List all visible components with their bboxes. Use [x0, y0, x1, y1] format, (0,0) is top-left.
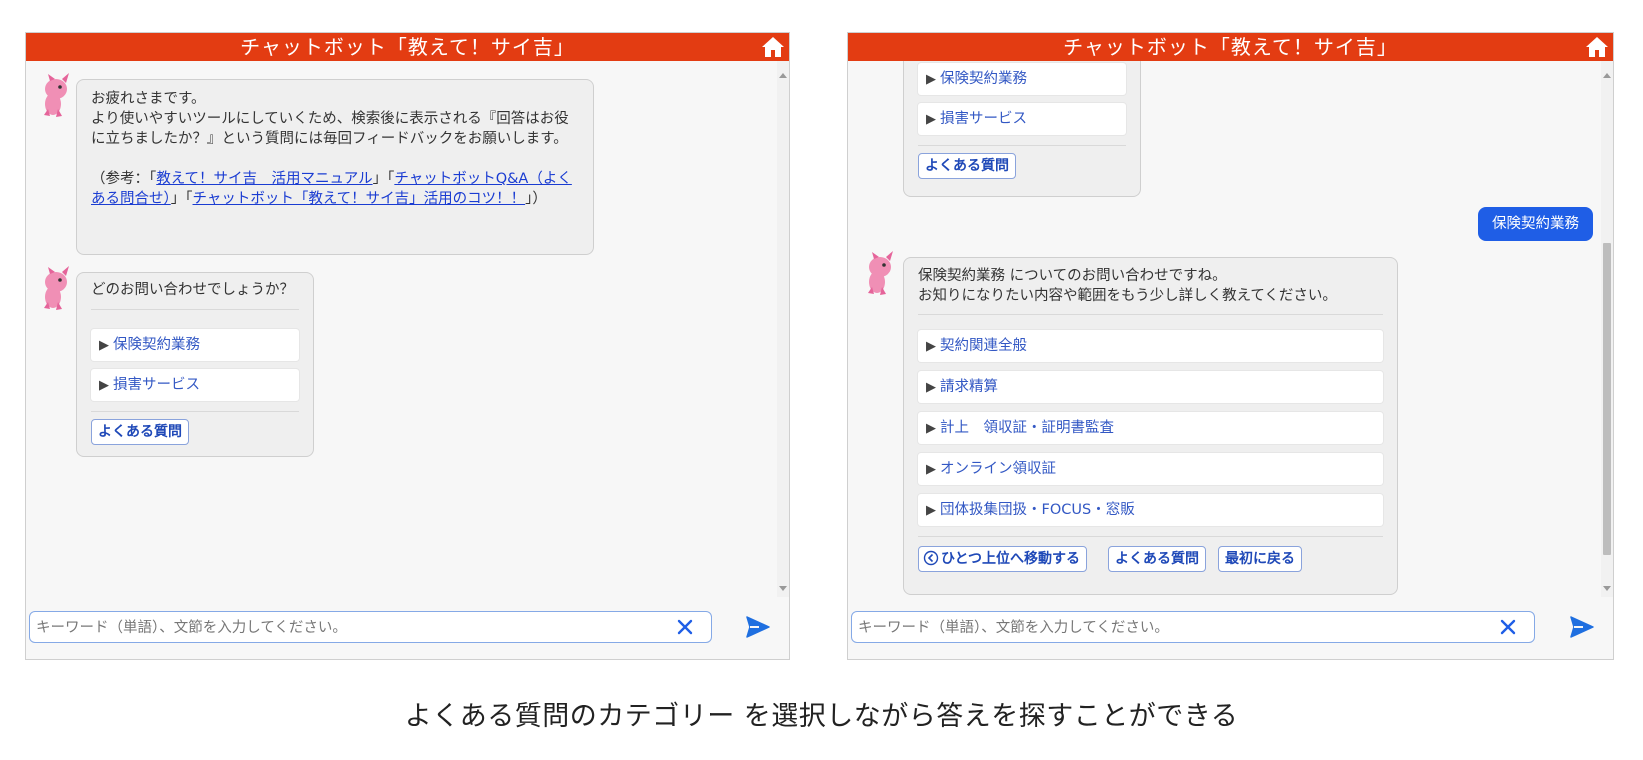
option-label: 保険契約業務: [940, 71, 1027, 87]
option-hoken-keiyaku[interactable]: ▶ 保険契約業務: [918, 63, 1126, 95]
manual-link[interactable]: 教えて！サイ吉 活用マニュアル: [156, 171, 372, 187]
chat-title: チャットボット「教えて！サイ吉」: [240, 35, 575, 59]
user-message-bubble: 保険契約業務: [1478, 207, 1593, 241]
option-label: 計上 領収証・証明書監査: [940, 420, 1114, 436]
triangle-icon: ▶: [926, 503, 936, 518]
clear-icon[interactable]: [1498, 617, 1518, 637]
triangle-icon: ▶: [926, 72, 936, 87]
question-bubble: どのお問い合わせでしょうか？ ▶ 保険契約業務 ▶ 損害サービス よくある質問: [76, 272, 314, 457]
divider: [918, 314, 1383, 315]
chat-window-left: チャットボット「教えて！サイ吉」 お疲れさまです。 より使いやすいツールにしてい…: [25, 32, 790, 660]
chat-window-right: チャットボット「教えて！サイ吉」 ▶ 保険契約業務 ▶ 損害サービス よくある質問 …: [847, 32, 1614, 660]
scroll-up-icon[interactable]: [779, 73, 787, 78]
option-label: 請求精算: [940, 379, 998, 395]
triangle-icon: ▶: [99, 338, 109, 353]
option-songai-service[interactable]: ▶ 損害サービス: [918, 103, 1126, 135]
chat-log: ▶ 保険契約業務 ▶ 損害サービス よくある質問 保険契約業務 保険契約業務 につい…: [848, 61, 1601, 597]
chat-log: お疲れさまです。 より使いやすいツールにしていくため、検索後に表示される『回答は…: [26, 61, 777, 597]
question-text: どのお問い合わせでしょうか？: [91, 282, 294, 298]
scroll-down-icon[interactable]: [779, 586, 787, 591]
chat-title: チャットボット「教えて！サイ吉」: [1063, 35, 1398, 59]
back-to-start-button[interactable]: 最初に戻る: [1218, 546, 1302, 572]
option-seikyu-seisan[interactable]: ▶ 請求精算: [918, 371, 1383, 403]
send-icon[interactable]: [745, 615, 771, 639]
move-up-button[interactable]: ひとつ上位へ移動する: [918, 546, 1088, 572]
mascot-avatar: [868, 251, 893, 295]
move-up-label: ひとつ上位へ移動する: [941, 551, 1081, 567]
triangle-icon: ▶: [926, 462, 936, 477]
send-icon[interactable]: [1569, 615, 1595, 639]
previous-question-bubble: ▶ 保険契約業務 ▶ 損害サービス よくある質問: [903, 61, 1141, 197]
option-label: 契約関連全般: [940, 338, 1027, 354]
option-hoken-keiyaku[interactable]: ▶ 保険契約業務: [91, 329, 299, 361]
faq-button[interactable]: よくある質問: [918, 153, 1016, 179]
ref-suffix: 」）: [525, 191, 547, 207]
mascot-avatar: [44, 73, 69, 117]
reply-line1: 保険契約業務 についてのお問い合わせですね。: [918, 268, 1227, 284]
home-icon[interactable]: [761, 36, 785, 58]
input-row: [848, 597, 1613, 659]
scroll-down-icon[interactable]: [1603, 586, 1611, 591]
ref-mid1: 」「: [372, 171, 395, 187]
option-label: オンライン領収証: [940, 461, 1056, 477]
greeting-line1: お疲れさまです。: [91, 91, 206, 107]
option-online-ryoshusho[interactable]: ▶ オンライン領収証: [918, 453, 1383, 485]
triangle-icon: ▶: [926, 339, 936, 354]
clear-icon[interactable]: [675, 617, 695, 637]
divider: [91, 309, 299, 310]
caption: よくある質問のカテゴリー を選択しながら答えを探すことができる: [404, 701, 1239, 732]
option-label: 損害サービス: [113, 377, 200, 393]
search-input[interactable]: [34, 612, 658, 644]
option-keiyaku-kanren[interactable]: ▶ 契約関連全般: [918, 330, 1383, 362]
ref-mid2: 」「: [170, 191, 193, 207]
greeting-line2: より使いやすいツールにしていくため、検索後に表示される『回答はお役に立ちましたか…: [91, 111, 569, 147]
up-circle-icon: [923, 550, 939, 566]
divider: [91, 411, 299, 412]
triangle-icon: ▶: [926, 421, 936, 436]
search-input-box: [29, 611, 712, 644]
triangle-icon: ▶: [926, 380, 936, 395]
mascot-avatar: [44, 266, 69, 310]
divider: [918, 145, 1126, 146]
option-songai-service[interactable]: ▶ 損害サービス: [91, 369, 299, 401]
option-dantai-focus[interactable]: ▶ 団体扱集団扱・FOCUS・窓販: [918, 494, 1383, 526]
faq-button[interactable]: よくある質問: [91, 419, 189, 445]
ref-prefix: （参考：「: [91, 171, 157, 187]
faq-button[interactable]: よくある質問: [1108, 546, 1206, 572]
chat-header: チャットボット「教えて！サイ吉」: [26, 33, 789, 61]
option-label: 損害サービス: [940, 111, 1027, 127]
scroll-up-icon[interactable]: [1603, 73, 1611, 78]
reference-links: （参考：「教えて！サイ吉 活用マニュアル」「チャットボットQ&A（よくある問合せ…: [91, 169, 579, 209]
home-icon[interactable]: [1585, 36, 1609, 58]
scroll-thumb[interactable]: [1603, 243, 1611, 555]
tips-link[interactable]: チャットボット「教えて！サイ吉」活用のコツ！！: [193, 191, 526, 207]
scrollbar[interactable]: [777, 61, 789, 597]
option-keijo-ryoshusho[interactable]: ▶ 計上 領収証・証明書監査: [918, 412, 1383, 444]
triangle-icon: ▶: [99, 378, 109, 393]
triangle-icon: ▶: [926, 112, 936, 127]
search-input-box: [851, 611, 1535, 644]
reply-line2: お知りになりたい内容や範囲をもう少し詳しく教えてください。: [918, 288, 1337, 304]
reply-bubble: 保険契約業務 についてのお問い合わせですね。 お知りになりたい内容や範囲をもう少…: [903, 257, 1398, 595]
greeting-bubble: お疲れさまです。 より使いやすいツールにしていくため、検索後に表示される『回答は…: [76, 79, 594, 255]
divider: [918, 536, 1383, 537]
option-label: 保険契約業務: [113, 337, 200, 353]
scrollbar[interactable]: [1601, 61, 1613, 597]
input-row: [26, 597, 789, 659]
option-label: 団体扱集団扱・FOCUS・窓販: [940, 502, 1135, 518]
chat-header: チャットボット「教えて！サイ吉」: [848, 33, 1613, 61]
search-input[interactable]: [856, 612, 1480, 644]
